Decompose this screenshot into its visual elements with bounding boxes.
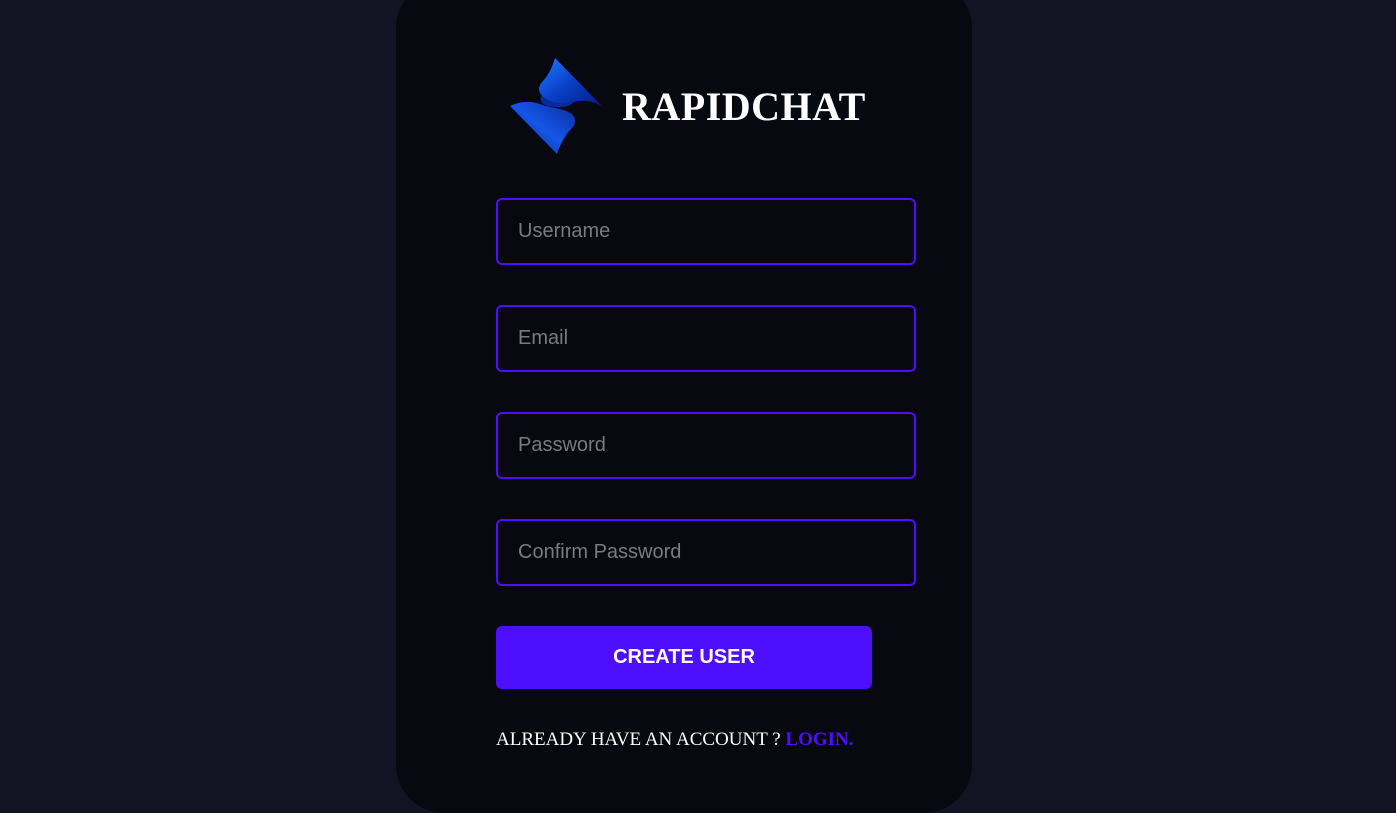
username-input[interactable]: [496, 198, 916, 265]
login-prompt-text: ALREADY HAVE AN ACCOUNT ?: [496, 729, 786, 750]
login-prompt: ALREADY HAVE AN ACCOUNT ? LOGIN.: [496, 729, 854, 751]
confirm-password-input[interactable]: [496, 519, 916, 586]
rapidchat-logo-icon: [510, 58, 602, 154]
email-input[interactable]: [496, 305, 916, 372]
password-input[interactable]: [496, 412, 916, 479]
brand: RAPIDCHAT: [508, 56, 866, 156]
register-page: RAPIDCHAT CREATE USER ALREADY HAVE AN AC…: [0, 0, 1396, 813]
create-user-button[interactable]: CREATE USER: [496, 626, 872, 689]
brand-name: RAPIDCHAT: [622, 83, 866, 129]
login-link[interactable]: LOGIN.: [785, 729, 853, 750]
